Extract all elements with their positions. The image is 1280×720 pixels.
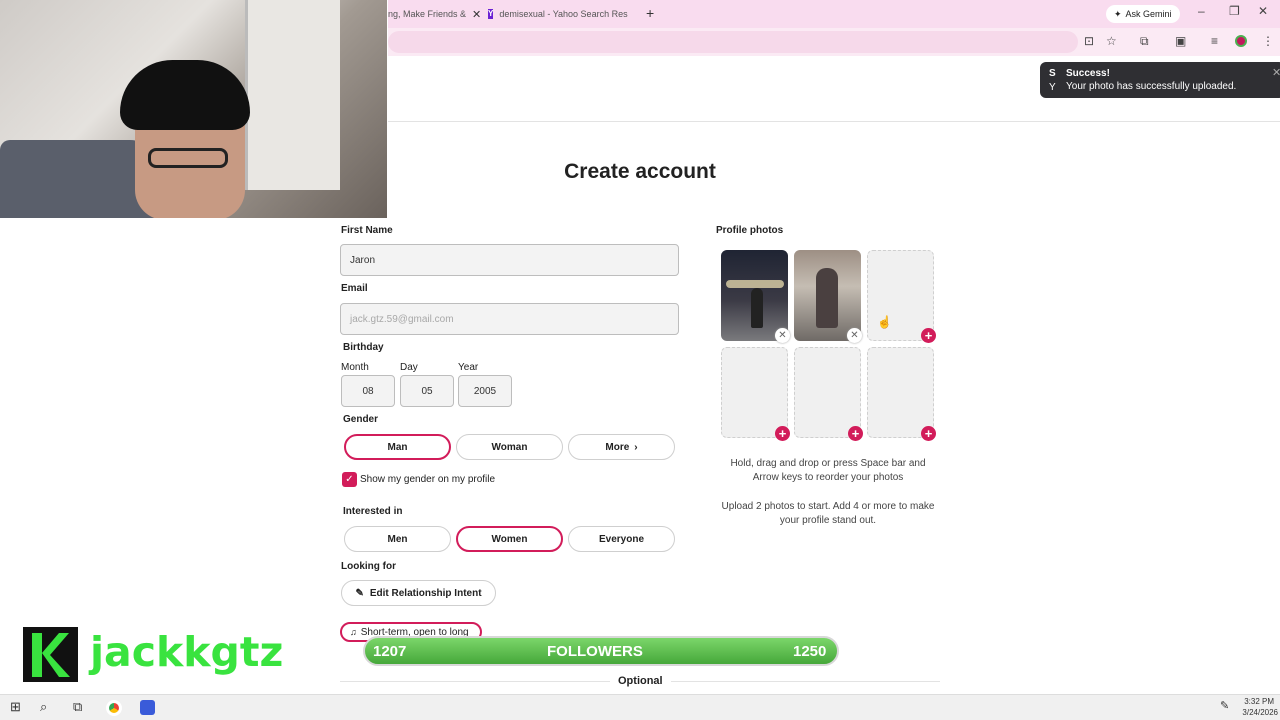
toast-close-icon[interactable]: ✕ (1272, 66, 1280, 79)
ask-gemini-label: Ask Gemini (1125, 9, 1172, 19)
gemini-icon: ✦ (1114, 8, 1122, 19)
street-light (726, 280, 784, 288)
interested-men-button[interactable]: Men (344, 526, 451, 552)
k-logo-icon (32, 633, 70, 677)
add-photo-4-icon[interactable]: + (775, 426, 790, 441)
task-view-icon[interactable]: ⧉ (73, 699, 82, 715)
tab-title: ng, Make Friends & (388, 9, 467, 19)
close-tab-icon[interactable]: ✕ (472, 8, 480, 21)
first-name-label: First Name (341, 225, 393, 236)
followers-goal-bar: 1207 FOLLOWERS 1250 (363, 636, 839, 666)
header-divider (388, 121, 1280, 122)
gender-man-button[interactable]: Man (344, 434, 451, 460)
browser-tab-yahoo[interactable]: Y demisexual - Yahoo Search Res ✕ (488, 4, 633, 24)
interested-everyone-button[interactable]: Everyone (568, 526, 675, 552)
month-label: Month (341, 362, 369, 373)
pen-icon[interactable]: ✎ (1220, 699, 1229, 712)
remove-photo-2-icon[interactable]: ✕ (847, 328, 862, 343)
minimize-icon[interactable]: – (1198, 4, 1205, 18)
app-icon[interactable] (140, 700, 155, 715)
toast-prefix: Y (1049, 82, 1056, 93)
search-icon[interactable]: ⌕ (40, 699, 47, 715)
menu-kebab-icon[interactable]: ⋮ (1262, 34, 1274, 48)
show-gender-checkbox[interactable]: ✓ (342, 472, 357, 487)
streamer-logo (23, 627, 78, 682)
day-input[interactable]: 05 (400, 375, 454, 407)
remove-photo-1-icon[interactable]: ✕ (775, 328, 790, 343)
year-label: Year (458, 362, 479, 373)
page-title: Create account (564, 160, 716, 183)
edit-intent-label: Edit Relationship Intent (369, 587, 482, 599)
add-photo-3-icon[interactable]: + (921, 328, 936, 343)
interested-women-button[interactable]: Women (456, 526, 563, 552)
toast-message: Your photo has successfully uploaded. (1066, 81, 1237, 92)
new-tab-button[interactable]: + (646, 5, 654, 21)
interested-in-label: Interested in (343, 506, 403, 517)
streamer-name: jackkgtz (90, 628, 284, 676)
media-icon[interactable]: ≡ (1211, 34, 1218, 48)
restore-icon[interactable]: ❐ (1229, 4, 1240, 18)
windows-taskbar: ⊞ ⌕ ⧉ ✎ 3:32 PM 3/24/2026 (0, 694, 1280, 720)
webcam-overlay (0, 0, 388, 218)
followers-label: FOLLOWERS (547, 643, 643, 660)
sidepanel-icon[interactable]: ▣ (1175, 34, 1186, 48)
profile-photo-1[interactable] (721, 250, 788, 341)
followers-current: 1207 (373, 643, 407, 660)
photo-slot-4[interactable] (721, 347, 788, 438)
clock-time: 3:32 PM (1244, 697, 1274, 706)
birthday-label: Birthday (343, 342, 384, 353)
chrome-icon[interactable] (106, 700, 122, 716)
window-close-icon[interactable]: ✕ (1258, 4, 1268, 18)
looking-for-label: Looking for (341, 561, 396, 572)
chevron-right-icon: › (634, 441, 638, 453)
email-input[interactable]: jack.gtz.59@gmail.com (340, 303, 679, 335)
add-photo-6-icon[interactable]: + (921, 426, 936, 441)
followers-goal: 1250 (793, 643, 827, 660)
bookmark-star-icon[interactable]: ☆ (1106, 34, 1117, 48)
toast-prefix: S (1049, 68, 1056, 79)
install-app-icon[interactable]: ⊡ (1084, 34, 1094, 48)
mouse-cursor-icon: ☝ (877, 315, 892, 329)
extensions-icon[interactable]: ⧉ (1140, 34, 1149, 49)
browser-tab-dating-site[interactable]: ng, Make Friends & ✕ (388, 4, 480, 24)
person-figure (816, 268, 838, 328)
windows-start-icon[interactable]: ⊞ (10, 699, 21, 715)
gender-woman-button[interactable]: Woman (456, 434, 563, 460)
gender-label: Gender (343, 414, 379, 425)
tab-title: demisexual - Yahoo Search Res (499, 9, 628, 19)
ask-gemini-button[interactable]: ✦ Ask Gemini (1106, 5, 1180, 23)
gender-more-button[interactable]: More › (568, 434, 675, 460)
show-gender-label: Show my gender on my profile (360, 474, 496, 485)
photo-slot-6[interactable] (867, 347, 934, 438)
pencil-icon: ✎ (355, 587, 364, 599)
url-input[interactable] (388, 31, 1078, 53)
webcam-glasses (148, 148, 228, 168)
webcam-hair (120, 60, 250, 130)
upload-hint: Upload 2 photos to start. Add 4 or more … (721, 501, 935, 526)
add-photo-5-icon[interactable]: + (848, 426, 863, 441)
edit-relationship-intent-button[interactable]: ✎ Edit Relationship Intent (341, 580, 496, 606)
person-figure (751, 288, 763, 328)
profile-photo-2[interactable] (794, 250, 861, 341)
month-input[interactable]: 08 (341, 375, 395, 407)
clock-date: 3/24/2026 (1242, 708, 1278, 717)
success-toast: S Y Success! Your photo has successfully… (1040, 62, 1280, 98)
gender-more-label: More (605, 441, 630, 453)
profile-photos-label: Profile photos (716, 225, 784, 236)
email-label: Email (341, 283, 368, 294)
photo-slot-5[interactable] (794, 347, 861, 438)
intent-icon: ♫ (350, 627, 357, 637)
reorder-hint: Hold, drag and drop or press Space bar a… (730, 458, 926, 483)
profile-avatar-icon[interactable] (1235, 35, 1247, 47)
optional-label: Optional (610, 675, 671, 687)
yahoo-icon: Y (488, 9, 494, 19)
day-label: Day (400, 362, 418, 373)
year-input[interactable]: 2005 (458, 375, 512, 407)
toast-title: Success! (1066, 68, 1110, 79)
first-name-input[interactable]: Jaron (340, 244, 679, 276)
webcam-door (245, 0, 340, 190)
